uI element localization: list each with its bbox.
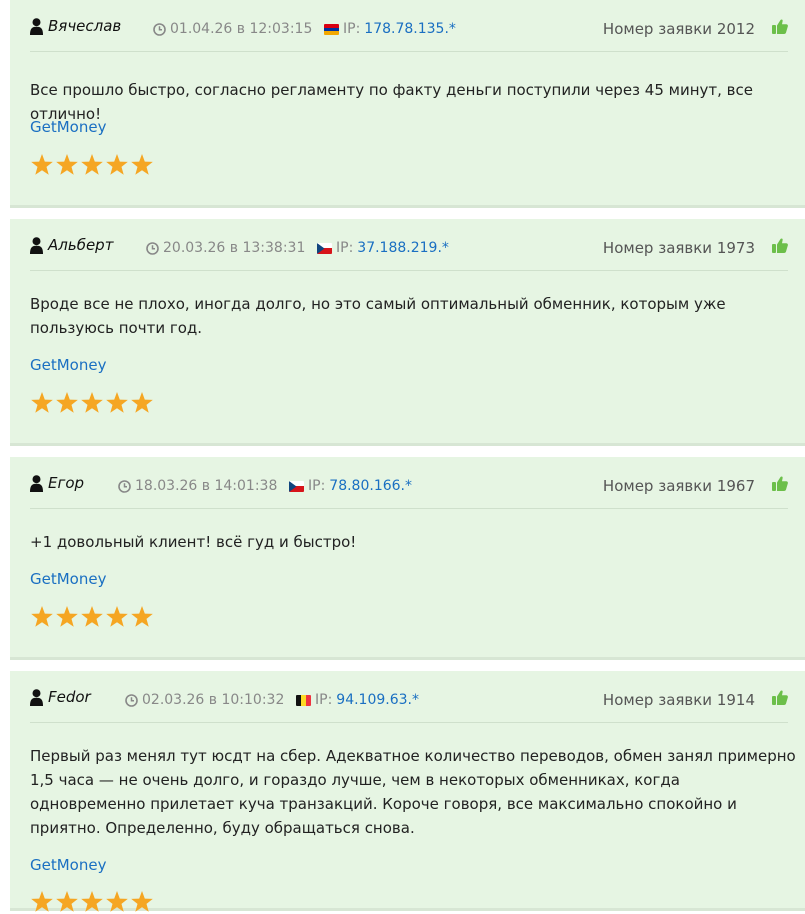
service-link[interactable]: GetMoney bbox=[30, 356, 106, 374]
ip-label: IP: bbox=[343, 21, 361, 37]
czech-flag-icon bbox=[317, 242, 332, 254]
review-ip: IP: 178.78.135.* bbox=[324, 21, 456, 37]
ip-label: IP: bbox=[336, 240, 354, 256]
order-number: Номер заявки 1914 bbox=[602, 691, 755, 709]
thumbs-up-icon[interactable] bbox=[772, 476, 788, 491]
thumbs-up-icon[interactable] bbox=[772, 19, 788, 34]
ip-value: 178.78.135.* bbox=[364, 21, 456, 37]
star-icon bbox=[106, 154, 128, 175]
date-text: 01.04.26 в 12:03:15 bbox=[170, 21, 313, 37]
service-link[interactable]: GetMoney bbox=[30, 118, 106, 136]
review-text: Вроде все не плохо, иногда долго, но это… bbox=[30, 295, 726, 337]
star-icon bbox=[106, 606, 128, 627]
star-icon bbox=[131, 606, 153, 627]
review-ip: IP: 94.109.63.* bbox=[296, 692, 419, 708]
star-icon bbox=[131, 154, 153, 175]
belgium-flag-icon bbox=[296, 694, 311, 706]
service-link[interactable]: GetMoney bbox=[30, 570, 106, 588]
review-date: 01.04.26 в 12:03:15 bbox=[153, 21, 312, 37]
clock-icon bbox=[125, 693, 138, 707]
review-header: Егор 18.03.26 в 14:01:38 IP: 78.80.166.*… bbox=[30, 457, 788, 509]
star-icon bbox=[81, 392, 103, 413]
user-icon bbox=[30, 688, 43, 706]
rating-stars bbox=[30, 391, 154, 415]
date-text: 20.03.26 в 13:38:31 bbox=[163, 240, 306, 256]
order-number: Номер заявки 2012 bbox=[602, 20, 755, 38]
review-header: Fedor 02.03.26 в 10:10:32 IP: 94.109.63.… bbox=[30, 671, 788, 723]
author-name: Альберт bbox=[48, 236, 114, 254]
czech-flag-icon bbox=[289, 480, 304, 492]
ip-value: 94.109.63.* bbox=[336, 692, 419, 708]
review-card: Альберт 20.03.26 в 13:38:31 IP: 37.188.2… bbox=[10, 219, 805, 446]
star-icon bbox=[56, 154, 78, 175]
author-name: Fedor bbox=[48, 688, 91, 706]
review-header: Вячеслав 01.04.26 в 12:03:15 IP: 178.78.… bbox=[30, 0, 788, 52]
clock-icon bbox=[146, 241, 159, 255]
user-icon bbox=[30, 236, 43, 254]
review-card: Егор 18.03.26 в 14:01:38 IP: 78.80.166.*… bbox=[10, 457, 805, 660]
star-icon bbox=[31, 392, 53, 413]
rating-stars bbox=[30, 153, 154, 177]
date-text: 18.03.26 в 14:01:38 bbox=[135, 478, 278, 494]
order-number: Номер заявки 1973 bbox=[602, 239, 755, 257]
review-text: +1 довольный клиент! всё гуд и быстро! bbox=[30, 533, 357, 551]
review-author: Альберт bbox=[30, 236, 113, 254]
star-icon bbox=[106, 392, 128, 413]
star-icon bbox=[81, 606, 103, 627]
review-author: Вячеслав bbox=[30, 17, 121, 35]
ip-value: 78.80.166.* bbox=[329, 478, 412, 494]
thumbs-up-icon[interactable] bbox=[772, 238, 788, 253]
user-icon bbox=[30, 474, 43, 492]
review-card: Fedor 02.03.26 в 10:10:32 IP: 94.109.63.… bbox=[10, 671, 805, 912]
review-text: Все прошло быстро, согласно регламенту п… bbox=[30, 81, 753, 123]
ip-label: IP: bbox=[308, 478, 326, 494]
order-number: Номер заявки 1967 bbox=[602, 477, 755, 495]
service-link[interactable]: GetMoney bbox=[30, 856, 106, 874]
review-date: 18.03.26 в 14:01:38 bbox=[118, 478, 277, 494]
star-icon bbox=[81, 154, 103, 175]
review-date: 20.03.26 в 13:38:31 bbox=[146, 240, 305, 256]
review-ip: IP: 78.80.166.* bbox=[289, 478, 412, 494]
date-text: 02.03.26 в 10:10:32 bbox=[142, 692, 285, 708]
author-name: Егор bbox=[48, 474, 85, 492]
star-icon bbox=[56, 606, 78, 627]
user-icon bbox=[30, 17, 43, 35]
ip-label: IP: bbox=[315, 692, 333, 708]
review-author: Егор bbox=[30, 474, 84, 492]
thumbs-up-icon[interactable] bbox=[772, 690, 788, 705]
review-card: Вячеслав 01.04.26 в 12:03:15 IP: 178.78.… bbox=[10, 0, 805, 208]
rating-stars bbox=[30, 605, 154, 629]
review-date: 02.03.26 в 10:10:32 bbox=[125, 692, 284, 708]
star-icon bbox=[56, 392, 78, 413]
review-text: Первый раз менял тут юсдт на сбер. Адекв… bbox=[30, 747, 796, 837]
armenia-flag-icon bbox=[324, 23, 339, 35]
star-icon bbox=[31, 606, 53, 627]
clock-icon bbox=[153, 22, 166, 36]
star-icon bbox=[131, 392, 153, 413]
review-author: Fedor bbox=[30, 688, 91, 706]
review-header: Альберт 20.03.26 в 13:38:31 IP: 37.188.2… bbox=[30, 219, 788, 271]
clock-icon bbox=[118, 479, 131, 493]
ip-value: 37.188.219.* bbox=[357, 240, 449, 256]
review-ip: IP: 37.188.219.* bbox=[317, 240, 449, 256]
star-icon bbox=[31, 154, 53, 175]
author-name: Вячеслав bbox=[48, 17, 122, 35]
